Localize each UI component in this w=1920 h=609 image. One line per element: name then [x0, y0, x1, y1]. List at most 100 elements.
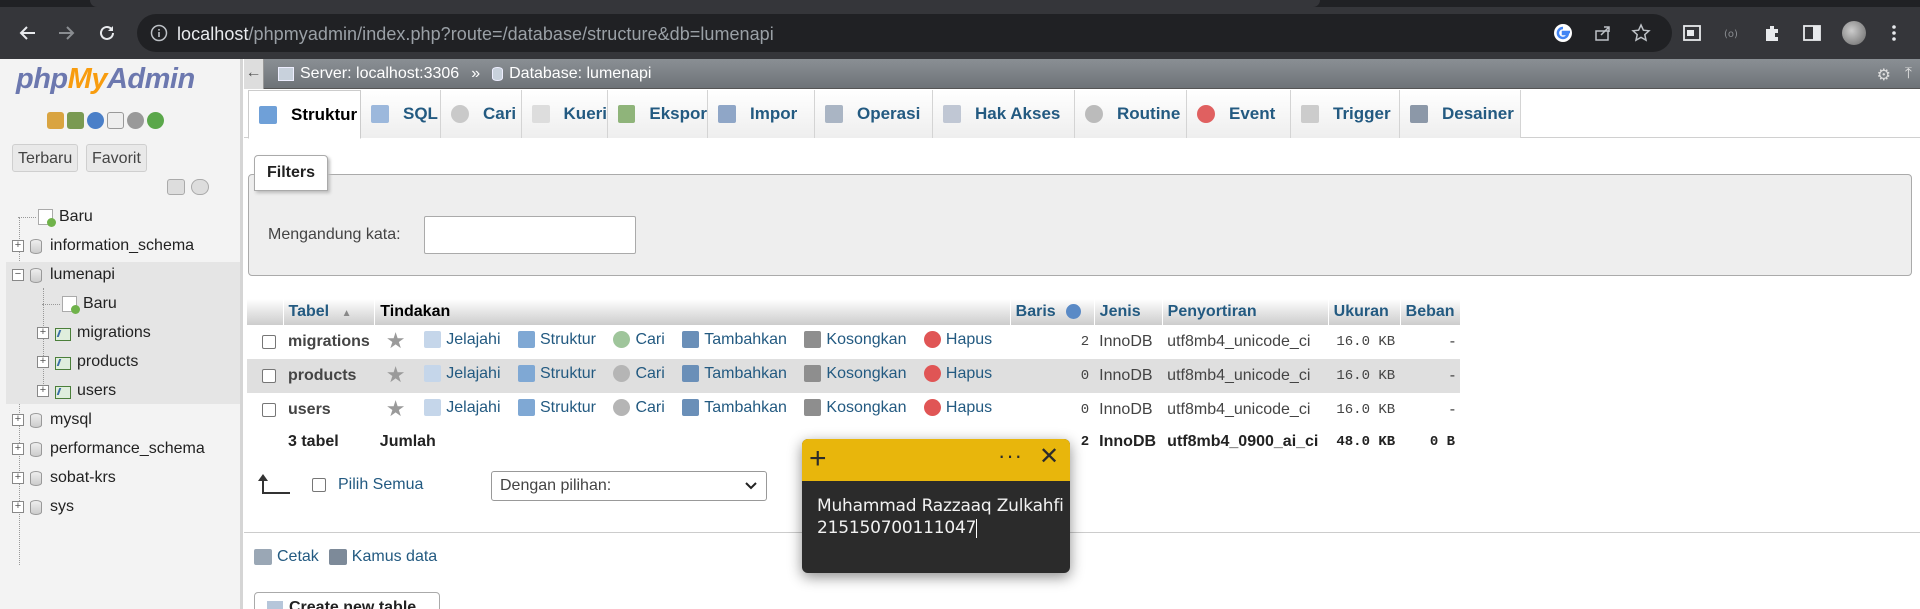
size[interactable]: 16.0 KB	[1328, 325, 1401, 359]
table-name-link[interactable]: users	[283, 393, 375, 427]
size[interactable]: 16.0 KB	[1328, 393, 1401, 427]
collapse-all-icon[interactable]	[167, 179, 185, 195]
search-action[interactable]: Cari	[613, 399, 665, 417]
reload-nav-icon[interactable]	[147, 112, 164, 129]
tab-structure[interactable]: Struktur	[248, 90, 361, 139]
logout-icon[interactable]	[67, 112, 84, 129]
gear-icon[interactable]: ⚙	[1877, 65, 1891, 85]
phpmyadmin-logo[interactable]: phpMyAdmin	[16, 63, 195, 96]
search-action[interactable]: Cari	[613, 365, 665, 383]
tree-table-users[interactable]: + users	[37, 378, 116, 404]
expand-icon[interactable]: +	[37, 327, 49, 339]
expand-icon[interactable]: +	[37, 385, 49, 397]
tab-operations[interactable]: Operasi	[815, 90, 933, 138]
favorite-star-icon[interactable]: ★	[386, 364, 406, 386]
tab-events[interactable]: Event	[1187, 90, 1291, 138]
help-icon[interactable]	[1066, 304, 1082, 320]
tree-db-performance-schema[interactable]: + performance_schema	[12, 436, 205, 462]
side-panel-button[interactable]	[1794, 15, 1830, 51]
header-rows[interactable]: Baris	[1010, 299, 1095, 325]
insert-action[interactable]: Tambahkan	[682, 399, 787, 417]
insert-action[interactable]: Tambahkan	[682, 331, 787, 349]
select-all-checkbox[interactable]	[312, 478, 326, 492]
drop-action[interactable]: Hapus	[923, 365, 992, 383]
toggle-navigation-button[interactable]: ←	[244, 59, 264, 89]
extensions-menu-button[interactable]	[1754, 15, 1790, 51]
header-table[interactable]: Tabel ▲	[283, 299, 376, 325]
header-type[interactable]: Jenis	[1094, 299, 1163, 325]
tab-triggers[interactable]: Trigger	[1291, 90, 1400, 138]
close-icon[interactable]: ✕	[1039, 445, 1059, 469]
collapse-icon[interactable]: −	[12, 269, 24, 281]
empty-action[interactable]: Kosongkan	[804, 365, 906, 383]
structure-action[interactable]: Struktur	[517, 331, 596, 349]
tab-routines[interactable]: Routine	[1075, 90, 1187, 138]
address-bar[interactable]: localhost/phpmyadmin/index.php?route=/da…	[137, 14, 1672, 52]
more-options-icon[interactable]: ···	[998, 443, 1023, 469]
row-checkbox[interactable]	[262, 402, 276, 417]
breadcrumb-server[interactable]: Server: localhost:3306	[300, 65, 459, 83]
favorite-star-icon[interactable]: ★	[386, 398, 406, 420]
tab-export[interactable]: Ekspor	[608, 90, 708, 138]
favorites-tab[interactable]: Favorit	[86, 144, 147, 172]
settings-icon[interactable]	[127, 112, 144, 129]
empty-action[interactable]: Kosongkan	[804, 331, 906, 349]
tree-db-lumenapi[interactable]: − lumenapi	[6, 262, 241, 288]
breadcrumb-database[interactable]: Database: lumenapi	[509, 65, 651, 83]
tab-search[interactable]: Cari	[441, 90, 522, 138]
tree-db-sobat-krs[interactable]: + sobat-krs	[12, 465, 116, 491]
tree-table-migrations[interactable]: + migrations	[37, 320, 151, 346]
header-collation[interactable]: Penyortiran	[1162, 299, 1329, 325]
structure-action[interactable]: Struktur	[517, 399, 596, 417]
tree-table-products[interactable]: + products	[37, 349, 138, 375]
insert-action[interactable]: Tambahkan	[682, 365, 787, 383]
profile-avatar[interactable]	[1836, 15, 1872, 51]
browser-menu-button[interactable]	[1876, 15, 1912, 51]
tree-db-information-schema[interactable]: + information_schema	[12, 233, 194, 259]
search-action[interactable]: Cari	[613, 331, 665, 349]
print-link[interactable]: Cetak	[254, 548, 319, 566]
empty-action[interactable]: Kosongkan	[804, 399, 906, 417]
row-checkbox[interactable]	[262, 368, 276, 383]
drop-action[interactable]: Hapus	[923, 331, 992, 349]
collapse-top-icon[interactable]: ⤒	[1905, 65, 1912, 85]
tree-db-sys[interactable]: + sys	[12, 494, 74, 520]
header-overhead[interactable]: Beban	[1400, 299, 1461, 325]
table-name-link[interactable]: products	[283, 359, 375, 393]
table-name-link[interactable]: migrations	[283, 325, 375, 359]
tree-new-table[interactable]: Baru	[42, 291, 117, 317]
sticky-note-text[interactable]: Muhammad Razzaaq Zulkahfi 21515070011104…	[817, 495, 1064, 539]
expand-icon[interactable]: +	[12, 443, 24, 455]
tab-search-button[interactable]	[1674, 15, 1710, 51]
tree-db-mysql[interactable]: + mysql	[12, 407, 92, 433]
select-all-label[interactable]: Pilih Semua	[338, 476, 423, 494]
link-with-main-icon[interactable]	[191, 179, 209, 195]
extension-button[interactable]: (o)	[1714, 15, 1750, 51]
header-size[interactable]: Ukuran	[1328, 299, 1401, 325]
with-selected-dropdown[interactable]: Dengan pilihan:	[491, 471, 767, 501]
expand-icon[interactable]: +	[12, 472, 24, 484]
browse-action[interactable]: Jelajahi	[424, 331, 501, 349]
tree-new-database[interactable]: Baru	[18, 204, 93, 230]
filter-text-input[interactable]	[424, 216, 636, 254]
nav-resizer[interactable]	[240, 59, 243, 609]
drop-action[interactable]: Hapus	[923, 399, 992, 417]
tab-import[interactable]: Impor	[708, 90, 815, 138]
tab-privileges[interactable]: Hak Akses	[933, 90, 1075, 138]
browse-action[interactable]: Jelajahi	[424, 399, 501, 417]
tab-sql[interactable]: SQL	[361, 90, 441, 138]
docs-icon[interactable]	[107, 112, 124, 129]
tab-query[interactable]: Kueri	[522, 90, 608, 138]
back-button[interactable]	[10, 15, 46, 51]
forward-button[interactable]	[48, 15, 84, 51]
sticky-note-header[interactable]: + ··· ✕	[802, 439, 1070, 481]
reload-button[interactable]	[89, 15, 125, 51]
structure-action[interactable]: Struktur	[517, 365, 596, 383]
data-dictionary-link[interactable]: Kamus data	[328, 548, 437, 566]
help-icon[interactable]	[87, 112, 104, 129]
tab-designer[interactable]: Desainer	[1400, 90, 1521, 138]
expand-icon[interactable]: +	[12, 501, 24, 513]
size[interactable]: 16.0 KB	[1328, 359, 1401, 393]
favorite-star-icon[interactable]: ★	[386, 330, 406, 352]
sticky-note[interactable]: + ··· ✕ Muhammad Razzaaq Zulkahfi 215150…	[802, 439, 1070, 573]
